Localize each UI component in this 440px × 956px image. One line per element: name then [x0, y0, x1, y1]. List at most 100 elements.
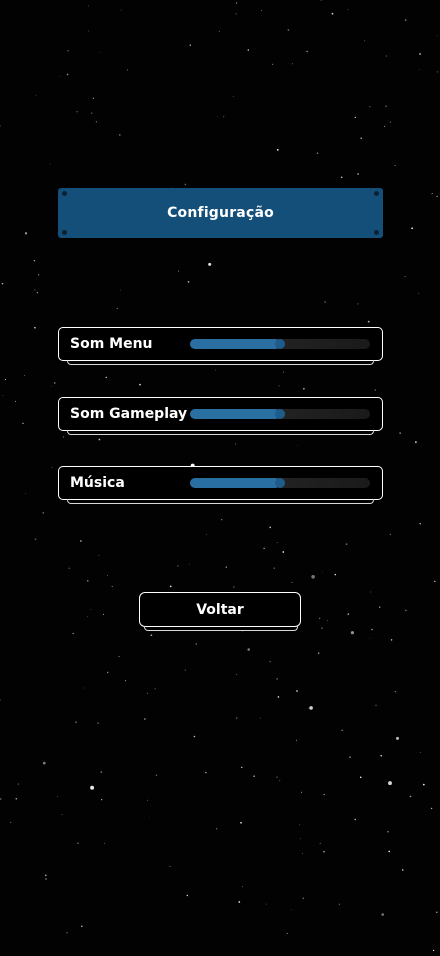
- star: [384, 126, 386, 128]
- star: [215, 828, 218, 830]
- star: [278, 385, 280, 387]
- star: [319, 617, 321, 619]
- star: [242, 886, 244, 888]
- button-underline: [144, 626, 298, 631]
- star: [149, 817, 151, 818]
- star: [272, 63, 274, 65]
- star: [242, 631, 244, 633]
- star: [404, 609, 407, 612]
- slider-handle[interactable]: [275, 339, 285, 349]
- star: [409, 795, 412, 798]
- star: [92, 97, 94, 99]
- star: [301, 791, 302, 793]
- star: [80, 925, 83, 928]
- star: [432, 949, 435, 952]
- star: [385, 105, 387, 107]
- star: [127, 69, 129, 71]
- star: [88, 30, 90, 32]
- som-gameplay-volume-slider[interactable]: [190, 409, 370, 419]
- star: [374, 389, 376, 391]
- star: [436, 71, 438, 73]
- star: [291, 63, 293, 65]
- star: [296, 690, 298, 692]
- star: [184, 183, 187, 186]
- star: [101, 799, 103, 801]
- star: [102, 613, 104, 615]
- star: [282, 371, 284, 373]
- star: [125, 680, 127, 682]
- slider-handle[interactable]: [275, 409, 285, 419]
- setting-row-som-gameplay: Som Gameplay: [58, 397, 383, 435]
- star: [404, 276, 406, 277]
- star: [349, 756, 351, 758]
- setting-row-musica: Música: [58, 466, 383, 504]
- star: [290, 909, 292, 911]
- star: [232, 96, 234, 97]
- star: [35, 94, 37, 96]
- star: [317, 652, 320, 654]
- star: [303, 388, 305, 390]
- back-button[interactable]: Voltar: [139, 592, 301, 631]
- star: [389, 533, 391, 535]
- star: [107, 575, 108, 576]
- settings-screen: Configuração Som Menu Som Gameplay Músic…: [0, 0, 440, 956]
- star: [295, 739, 298, 741]
- star: [291, 582, 293, 583]
- star: [1, 282, 4, 285]
- star: [381, 913, 384, 916]
- star: [75, 721, 77, 723]
- star: [4, 378, 6, 381]
- star: [385, 55, 387, 57]
- star: [350, 631, 354, 635]
- rivet-decoration: [62, 191, 67, 196]
- star: [324, 301, 326, 303]
- star: [399, 432, 401, 434]
- star: [404, 19, 407, 21]
- slider-handle[interactable]: [275, 478, 285, 488]
- star: [0, 125, 2, 127]
- star: [367, 320, 370, 323]
- star: [287, 29, 290, 31]
- star: [419, 68, 421, 70]
- musica-volume-slider[interactable]: [190, 478, 370, 488]
- star: [34, 289, 36, 291]
- star: [319, 842, 321, 844]
- star: [225, 566, 227, 568]
- star: [422, 783, 425, 786]
- star: [308, 707, 310, 709]
- star: [98, 438, 101, 441]
- som-menu-volume-slider[interactable]: [190, 339, 370, 349]
- star: [302, 897, 304, 899]
- star: [49, 163, 51, 165]
- star: [177, 270, 180, 272]
- star: [72, 632, 74, 635]
- star: [116, 307, 118, 309]
- star: [25, 492, 27, 494]
- star: [389, 121, 391, 123]
- star: [357, 303, 359, 305]
- star: [106, 671, 109, 674]
- star: [24, 375, 25, 376]
- star: [276, 678, 278, 680]
- star: [321, 627, 323, 629]
- star: [2, 394, 4, 396]
- star: [186, 894, 188, 897]
- star: [205, 771, 207, 774]
- star: [241, 766, 243, 769]
- star: [387, 831, 389, 833]
- star: [235, 13, 237, 15]
- star: [265, 903, 267, 905]
- star: [146, 692, 148, 694]
- star: [340, 176, 343, 179]
- star: [150, 634, 153, 637]
- star: [431, 192, 433, 194]
- star: [119, 134, 121, 136]
- star: [33, 260, 36, 262]
- rivet-decoration: [374, 230, 379, 235]
- star: [370, 591, 372, 593]
- page-title: Configuração: [167, 205, 274, 221]
- star: [302, 853, 304, 855]
- star: [45, 874, 47, 877]
- star: [419, 523, 421, 525]
- star: [311, 575, 315, 579]
